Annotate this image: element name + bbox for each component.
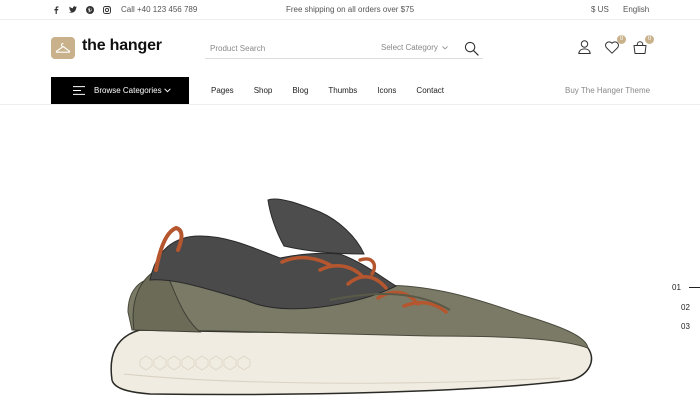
search-icon[interactable] xyxy=(463,40,479,56)
currency-selector[interactable]: $ US xyxy=(591,5,609,14)
hero-slider: 01 02 03 xyxy=(0,105,700,400)
site-logo[interactable]: the hanger xyxy=(82,37,162,55)
category-select[interactable]: Select Category xyxy=(381,43,448,52)
sneaker-image xyxy=(110,198,593,396)
cart-count-badge: 0 xyxy=(645,35,654,44)
account-icon[interactable] xyxy=(577,40,591,54)
nav-item-blog[interactable]: Blog xyxy=(292,86,308,95)
chevron-down-icon xyxy=(442,43,448,52)
top-bar: Call +40 123 456 789 Free shipping on al… xyxy=(0,0,700,20)
menu-icon xyxy=(73,86,85,95)
nav-item-icons[interactable]: Icons xyxy=(377,86,396,95)
nav-item-pages[interactable]: Pages xyxy=(211,86,234,95)
language-selector[interactable]: English xyxy=(623,5,649,14)
product-search-input[interactable] xyxy=(210,41,360,55)
search-bar: Select Category xyxy=(205,37,483,59)
slide-number: 01 xyxy=(672,283,681,292)
main-nav: Pages Shop Blog Thumbs Icons Contact xyxy=(211,86,464,95)
browse-categories-button[interactable]: Browse Categories xyxy=(51,77,189,104)
cart-icon[interactable]: 0 xyxy=(633,35,654,54)
slide-indicator-1[interactable]: 01 xyxy=(672,283,700,292)
category-select-label: Select Category xyxy=(381,43,438,52)
chevron-down-icon xyxy=(163,88,171,93)
nav-item-shop[interactable]: Shop xyxy=(254,86,273,95)
wishlist-count-badge: 0 xyxy=(617,35,626,44)
slide-indicator-3[interactable]: 03 xyxy=(681,322,690,331)
hanger-logo-icon[interactable] xyxy=(51,37,75,59)
buy-theme-link[interactable]: Buy The Hanger Theme xyxy=(565,86,650,95)
nav-item-thumbs[interactable]: Thumbs xyxy=(328,86,357,95)
browse-categories-label: Browse Categories xyxy=(94,86,162,95)
active-slide-line xyxy=(689,287,700,289)
wishlist-icon[interactable]: 0 xyxy=(605,35,626,54)
nav-item-contact[interactable]: Contact xyxy=(416,86,444,95)
slide-indicator-2[interactable]: 02 xyxy=(681,303,690,312)
